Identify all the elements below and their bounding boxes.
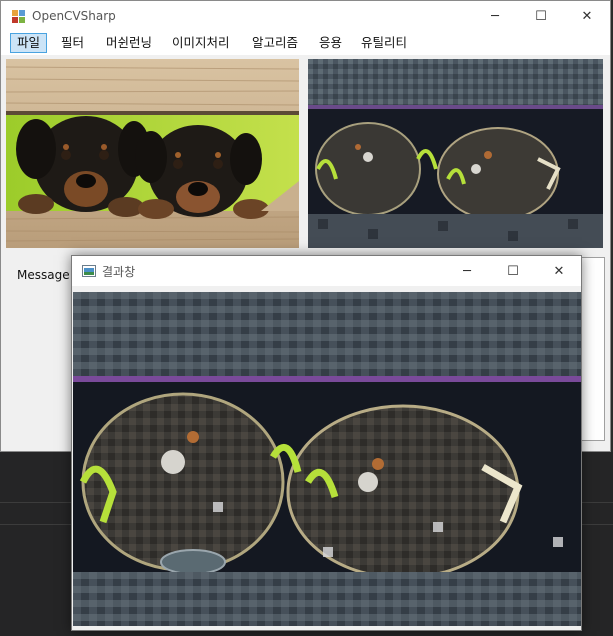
message-label: Message — [17, 268, 70, 282]
maximize-icon: ☐ — [535, 8, 547, 24]
result-titlebar[interactable]: 결과창 ─ ☐ ✕ — [72, 256, 581, 286]
close-icon: ✕ — [553, 263, 565, 279]
close-button[interactable]: ✕ — [564, 1, 610, 31]
close-icon: ✕ — [581, 8, 593, 24]
menu-utility[interactable]: 유틸리티 — [355, 33, 413, 53]
minimize-icon: ─ — [463, 263, 471, 279]
puppies-mosaic-filtered — [308, 59, 603, 248]
menu-file[interactable]: 파일 — [10, 33, 48, 53]
menu-application[interactable]: 응용 — [313, 33, 348, 53]
menu-filter[interactable]: 필터 — [55, 33, 90, 53]
result-maximize-button[interactable]: ☐ — [490, 256, 536, 286]
main-titlebar[interactable]: OpenCVSharp ─ ☐ ✕ — [1, 1, 610, 31]
minimize-button[interactable]: ─ — [472, 1, 518, 31]
result-minimize-button[interactable]: ─ — [444, 256, 490, 286]
menu-machine-learning[interactable]: 머쉰런닝 — [100, 33, 158, 53]
result-image-pane[interactable] — [73, 292, 581, 626]
window-title: OpenCVSharp — [32, 9, 116, 23]
menu-bar: 파일 필터 머쉰런닝 이미지처리 알고리즘 응용 유틸리티 — [1, 31, 610, 55]
minimize-icon: ─ — [491, 8, 499, 24]
processed-image-pane[interactable] — [308, 59, 603, 248]
menu-algorithm[interactable]: 알고리즘 — [246, 33, 304, 53]
puppies-photo — [6, 59, 299, 248]
puppies-mosaic-filtered-large — [73, 292, 581, 626]
window-icon — [82, 265, 96, 277]
result-window-title: 결과창 — [102, 265, 136, 279]
menu-image-processing[interactable]: 이미지처리 — [166, 33, 236, 53]
result-window: 결과창 ─ ☐ ✕ — [71, 255, 582, 631]
maximize-button[interactable]: ☐ — [518, 1, 564, 31]
original-image-pane[interactable] — [6, 59, 299, 248]
maximize-icon: ☐ — [507, 263, 519, 279]
app-icon — [12, 10, 25, 23]
result-close-button[interactable]: ✕ — [536, 256, 582, 286]
